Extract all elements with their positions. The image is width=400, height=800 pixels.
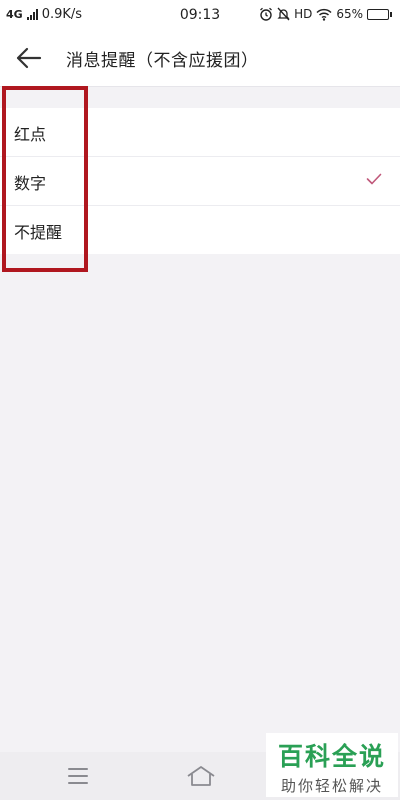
status-bar: 4G 0.9K/s 09:13 HD 65% <box>0 0 400 30</box>
back-arrow-icon <box>16 47 42 69</box>
menu-icon <box>68 768 88 784</box>
wifi-icon <box>316 8 332 21</box>
watermark-subtitle: 助你轻松解决 <box>280 777 383 795</box>
status-right: HD 65% <box>259 7 392 21</box>
home-button[interactable] <box>186 764 216 792</box>
app-header: 消息提醒（不含应援团） <box>0 30 400 87</box>
menu-button[interactable] <box>66 764 90 792</box>
home-icon <box>187 766 215 786</box>
alarm-icon <box>260 7 272 21</box>
option-label: 红点 <box>14 125 47 144</box>
option-number[interactable]: 数字 <box>0 157 400 206</box>
option-label: 数字 <box>14 174 47 193</box>
checkmark-icon <box>366 173 382 185</box>
page-title: 消息提醒（不含应援团） <box>66 51 259 71</box>
battery-icon <box>367 8 392 20</box>
hd-indicator: HD <box>294 7 313 21</box>
bell-muted-icon <box>277 7 290 21</box>
option-no-reminder[interactable]: 不提醒 <box>0 206 400 254</box>
back-button[interactable] <box>14 44 48 72</box>
battery-percent: 65% <box>336 7 363 21</box>
watermark: 百科全说 助你轻松解决 <box>266 733 398 797</box>
watermark-title: 百科全说 <box>277 742 386 771</box>
reminder-options-list: 红点 数字 不提醒 <box>0 108 400 254</box>
option-red-dot[interactable]: 红点 <box>0 108 400 157</box>
option-label: 不提醒 <box>14 223 63 242</box>
